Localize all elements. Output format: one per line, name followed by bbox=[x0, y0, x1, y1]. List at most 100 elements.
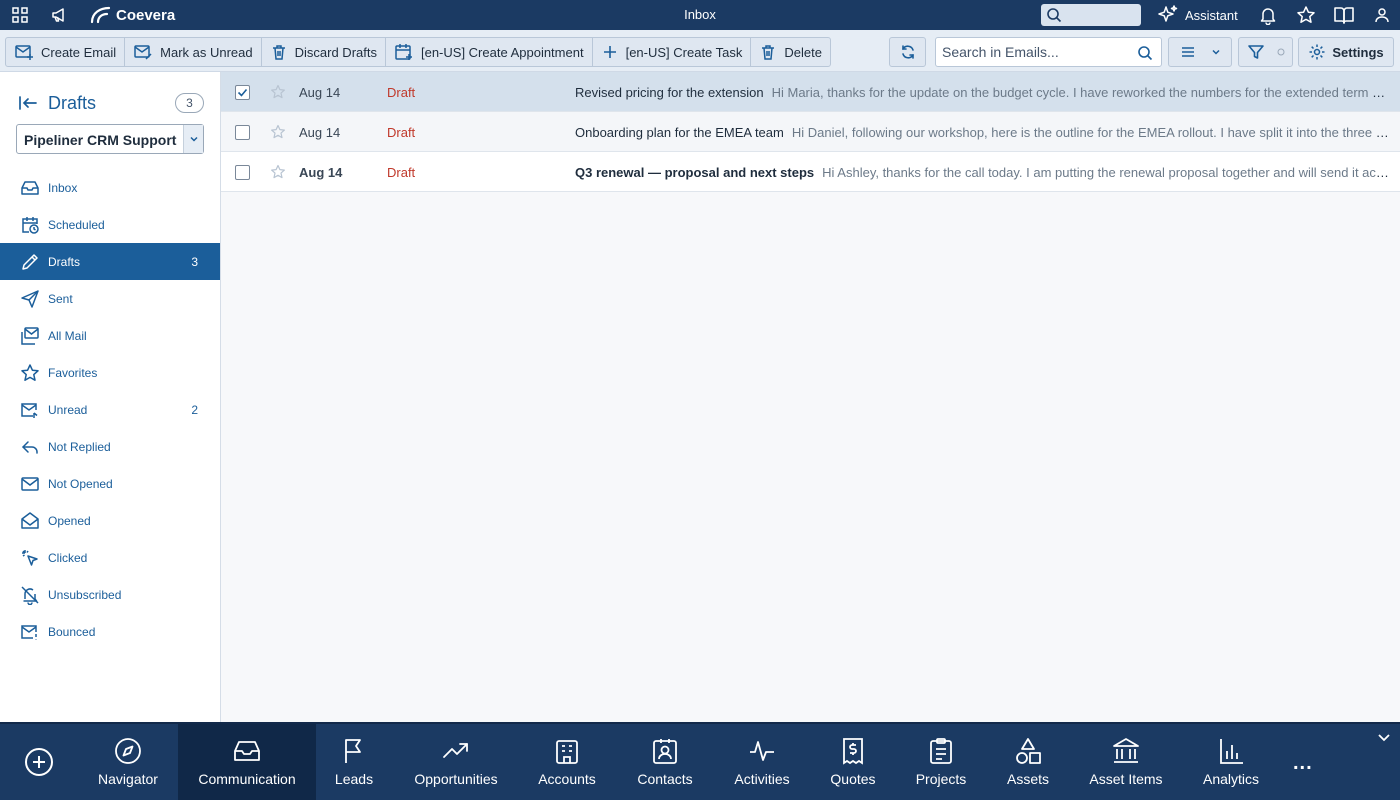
nav-quotes[interactable]: Quotes bbox=[808, 724, 898, 800]
email-subject: Onboarding plan for the EMEA team bbox=[575, 125, 784, 140]
bell-off-icon bbox=[20, 585, 40, 605]
bottom-navigation: Navigator Communication Leads Opportunit… bbox=[0, 722, 1400, 800]
assistant-label: Assistant bbox=[1185, 7, 1238, 23]
clipboard-icon bbox=[928, 737, 954, 765]
create-task-button[interactable]: [en-US] Create Task bbox=[593, 38, 752, 66]
email-row[interactable]: Aug 14 Draft Revised pricing for the ext… bbox=[221, 72, 1400, 112]
delete-button[interactable]: Delete bbox=[751, 38, 830, 66]
assistant-button[interactable]: Assistant bbox=[1157, 4, 1238, 26]
chevron-down-icon[interactable] bbox=[1376, 732, 1392, 744]
nav-assets[interactable]: Assets bbox=[984, 724, 1072, 800]
view-options-dropdown[interactable] bbox=[1168, 37, 1232, 67]
user-profile-icon[interactable] bbox=[1371, 4, 1393, 26]
megaphone-icon[interactable] bbox=[48, 4, 70, 26]
pencil-icon bbox=[20, 252, 40, 272]
favorite-star-icon[interactable] bbox=[270, 124, 286, 140]
email-subject-line: Onboarding plan for the EMEA team Hi Dani… bbox=[575, 125, 1390, 140]
email-subject: Revised pricing for the extension bbox=[575, 85, 764, 100]
email-date: Aug 14 bbox=[299, 125, 341, 140]
sidebar-item-inbox[interactable]: Inbox bbox=[0, 169, 220, 206]
mail-closed-icon bbox=[20, 474, 40, 494]
brand-logo[interactable]: Coevera bbox=[88, 4, 175, 26]
cursor-click-icon bbox=[20, 548, 40, 568]
reply-icon bbox=[20, 437, 40, 457]
notification-bell-icon[interactable] bbox=[1257, 4, 1279, 26]
folder-count-badge: 3 bbox=[175, 93, 204, 113]
sidebar-item-unread[interactable]: Unread 2 bbox=[0, 391, 220, 428]
sidebar-item-opened[interactable]: Opened bbox=[0, 502, 220, 539]
inbox-tray-icon bbox=[233, 737, 261, 765]
sidebar-item-not-replied[interactable]: Not Replied bbox=[0, 428, 220, 465]
settings-button[interactable]: Settings bbox=[1298, 37, 1394, 67]
sidebar-item-scheduled[interactable]: Scheduled bbox=[0, 206, 220, 243]
dollar-doc-icon bbox=[840, 737, 866, 765]
email-subject: Q3 renewal — proposal and next steps bbox=[575, 165, 815, 180]
bank-icon bbox=[1112, 737, 1140, 765]
create-appointment-button[interactable]: [en-US] Create Appointment bbox=[386, 38, 593, 66]
email-preview: Hi Maria, thanks for the update on the b… bbox=[771, 85, 1390, 100]
list-view-icon bbox=[1179, 43, 1197, 61]
nav-analytics[interactable]: Analytics bbox=[1180, 724, 1282, 800]
favorite-star-icon[interactable] bbox=[270, 164, 286, 180]
send-icon bbox=[20, 289, 40, 309]
mail-mark-icon bbox=[133, 43, 153, 61]
email-row[interactable]: Aug 14 Draft Q3 renewal — proposal and n… bbox=[221, 152, 1400, 192]
search-icon bbox=[1046, 7, 1062, 23]
nav-accounts[interactable]: Accounts bbox=[520, 724, 614, 800]
email-search-input[interactable] bbox=[942, 43, 1132, 61]
refresh-button[interactable] bbox=[889, 37, 926, 67]
pulse-icon bbox=[748, 737, 776, 765]
trash-icon bbox=[270, 43, 288, 61]
sidebar-item-sent[interactable]: Sent bbox=[0, 280, 220, 317]
more-modules-button[interactable]: ... bbox=[1293, 752, 1313, 775]
mail-plus-icon bbox=[14, 43, 34, 61]
sidebar-item-drafts[interactable]: Drafts 3 bbox=[0, 243, 220, 280]
compass-icon bbox=[114, 737, 142, 765]
global-search-input[interactable] bbox=[1041, 4, 1141, 26]
nav-leads[interactable]: Leads bbox=[316, 724, 392, 800]
favorite-star-icon[interactable] bbox=[270, 84, 286, 100]
brand-name: Coevera bbox=[116, 6, 176, 24]
nav-asset-items[interactable]: Asset Items bbox=[1072, 724, 1180, 800]
email-status: Draft bbox=[387, 165, 416, 180]
collapse-sidebar-icon[interactable] bbox=[18, 94, 38, 112]
sidebar-item-bounced[interactable]: Bounced bbox=[0, 613, 220, 650]
checkmark-icon bbox=[237, 87, 248, 98]
nav-opportunities[interactable]: Opportunities bbox=[392, 724, 520, 800]
nav-projects[interactable]: Projects bbox=[898, 724, 984, 800]
calendar-plus-icon bbox=[394, 43, 414, 61]
sidebar-item-all-mail[interactable]: All Mail bbox=[0, 317, 220, 354]
search-icon bbox=[1137, 45, 1153, 61]
nav-communication[interactable]: Communication bbox=[178, 724, 316, 800]
sidebar-item-favorites[interactable]: Favorites bbox=[0, 354, 220, 391]
filter-button[interactable] bbox=[1238, 37, 1293, 67]
row-checkbox[interactable] bbox=[235, 165, 250, 180]
sidebar-item-unsubscribed[interactable]: Unsubscribed bbox=[0, 576, 220, 613]
nav-activities[interactable]: Activities bbox=[716, 724, 808, 800]
create-email-button[interactable]: Create Email bbox=[6, 38, 126, 66]
add-new-button[interactable] bbox=[24, 747, 54, 777]
nav-contacts[interactable]: Contacts bbox=[614, 724, 716, 800]
help-book-icon[interactable] bbox=[1333, 4, 1355, 26]
inbox-icon bbox=[20, 178, 40, 198]
nav-navigator[interactable]: Navigator bbox=[78, 724, 178, 800]
mark-as-unread-button[interactable]: Mark as Unread bbox=[125, 38, 262, 66]
favorites-star-icon[interactable] bbox=[1295, 4, 1317, 26]
apps-grid-icon[interactable] bbox=[9, 4, 31, 26]
top-bar: Coevera Inbox Assistant bbox=[0, 0, 1400, 30]
chevron-down-icon[interactable] bbox=[183, 125, 203, 153]
email-preview: Hi Daniel, following our workshop, here … bbox=[791, 125, 1390, 140]
email-search-field[interactable] bbox=[935, 37, 1162, 67]
sidebar-item-clicked[interactable]: Clicked bbox=[0, 539, 220, 576]
building-icon bbox=[553, 737, 581, 765]
email-row[interactable]: Aug 14 Draft Onboarding plan for the EME… bbox=[221, 112, 1400, 152]
sidebar-item-not-opened[interactable]: Not Opened bbox=[0, 465, 220, 502]
contact-card-icon bbox=[651, 737, 679, 765]
row-checkbox[interactable] bbox=[235, 125, 250, 140]
mail-account-select[interactable]: Pipeliner CRM Support bbox=[16, 124, 204, 154]
flag-icon bbox=[342, 737, 366, 765]
email-toolbar: Create Email Mark as Unread Discard Draf… bbox=[0, 30, 1400, 72]
row-checkbox[interactable] bbox=[235, 85, 250, 100]
folder-title: Drafts bbox=[48, 92, 97, 113]
discard-drafts-button[interactable]: Discard Drafts bbox=[262, 38, 386, 66]
